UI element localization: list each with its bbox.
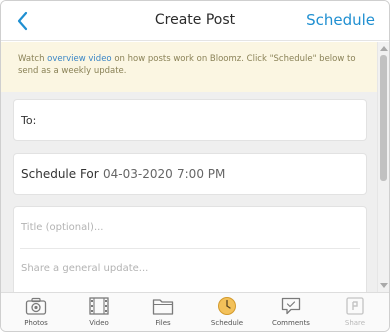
share-icon — [343, 296, 367, 316]
schedule-tool-label: Schedule — [210, 319, 244, 327]
photos-label: Photos — [24, 319, 48, 327]
comments-label: Comments — [272, 319, 310, 327]
vertical-scrollbar[interactable] — [377, 42, 389, 292]
schedule-time[interactable]: 7:00 PM — [177, 167, 225, 181]
info-notice: Watch overview video on how posts work o… — [1, 42, 377, 92]
post-title-input[interactable]: Title (optional)... — [21, 222, 103, 233]
scrollbar-thumb[interactable] — [380, 55, 387, 181]
scroll-down-arrow-icon[interactable] — [380, 283, 388, 288]
video-button[interactable]: Video — [74, 296, 124, 331]
post-form: Watch overview video on how posts work o… — [1, 42, 377, 292]
recipient-field[interactable]: To: — [13, 99, 367, 141]
folder-icon — [151, 296, 175, 316]
share-label: Share — [344, 319, 366, 327]
schedule-button[interactable]: Schedule — [306, 11, 375, 29]
post-body-input[interactable]: Share a general update... — [21, 263, 148, 274]
schedule-tool-button[interactable]: Schedule — [202, 296, 252, 331]
comment-icon — [279, 296, 303, 316]
compose-card: Title (optional)... Share a general upda… — [13, 206, 367, 292]
video-label: Video — [89, 319, 109, 327]
attachment-toolbar: Photos Video Files Schedule Comments Sha… — [1, 292, 389, 331]
photos-button[interactable]: Photos — [11, 296, 61, 331]
schedule-date[interactable]: 04-03-2020 — [103, 167, 173, 181]
clock-icon — [215, 296, 239, 316]
create-post-window: Create Post Schedule Watch overview vide… — [0, 0, 390, 332]
files-button[interactable]: Files — [138, 296, 188, 331]
recipient-label: To: — [21, 114, 37, 127]
film-icon — [87, 296, 111, 316]
camera-icon — [24, 296, 48, 316]
schedule-field[interactable]: Schedule For 04-03-2020 7:00 PM — [13, 153, 367, 195]
files-label: Files — [155, 319, 171, 327]
share-button[interactable]: Share — [330, 296, 380, 331]
comments-button[interactable]: Comments — [266, 296, 316, 331]
scroll-up-arrow-icon[interactable] — [380, 46, 388, 51]
notice-text-prefix: Watch — [18, 54, 48, 64]
schedule-label: Schedule For — [21, 167, 99, 181]
compose-divider — [20, 248, 360, 249]
header-bar: Create Post Schedule — [1, 1, 389, 41]
overview-video-link[interactable]: overview video — [47, 54, 111, 64]
